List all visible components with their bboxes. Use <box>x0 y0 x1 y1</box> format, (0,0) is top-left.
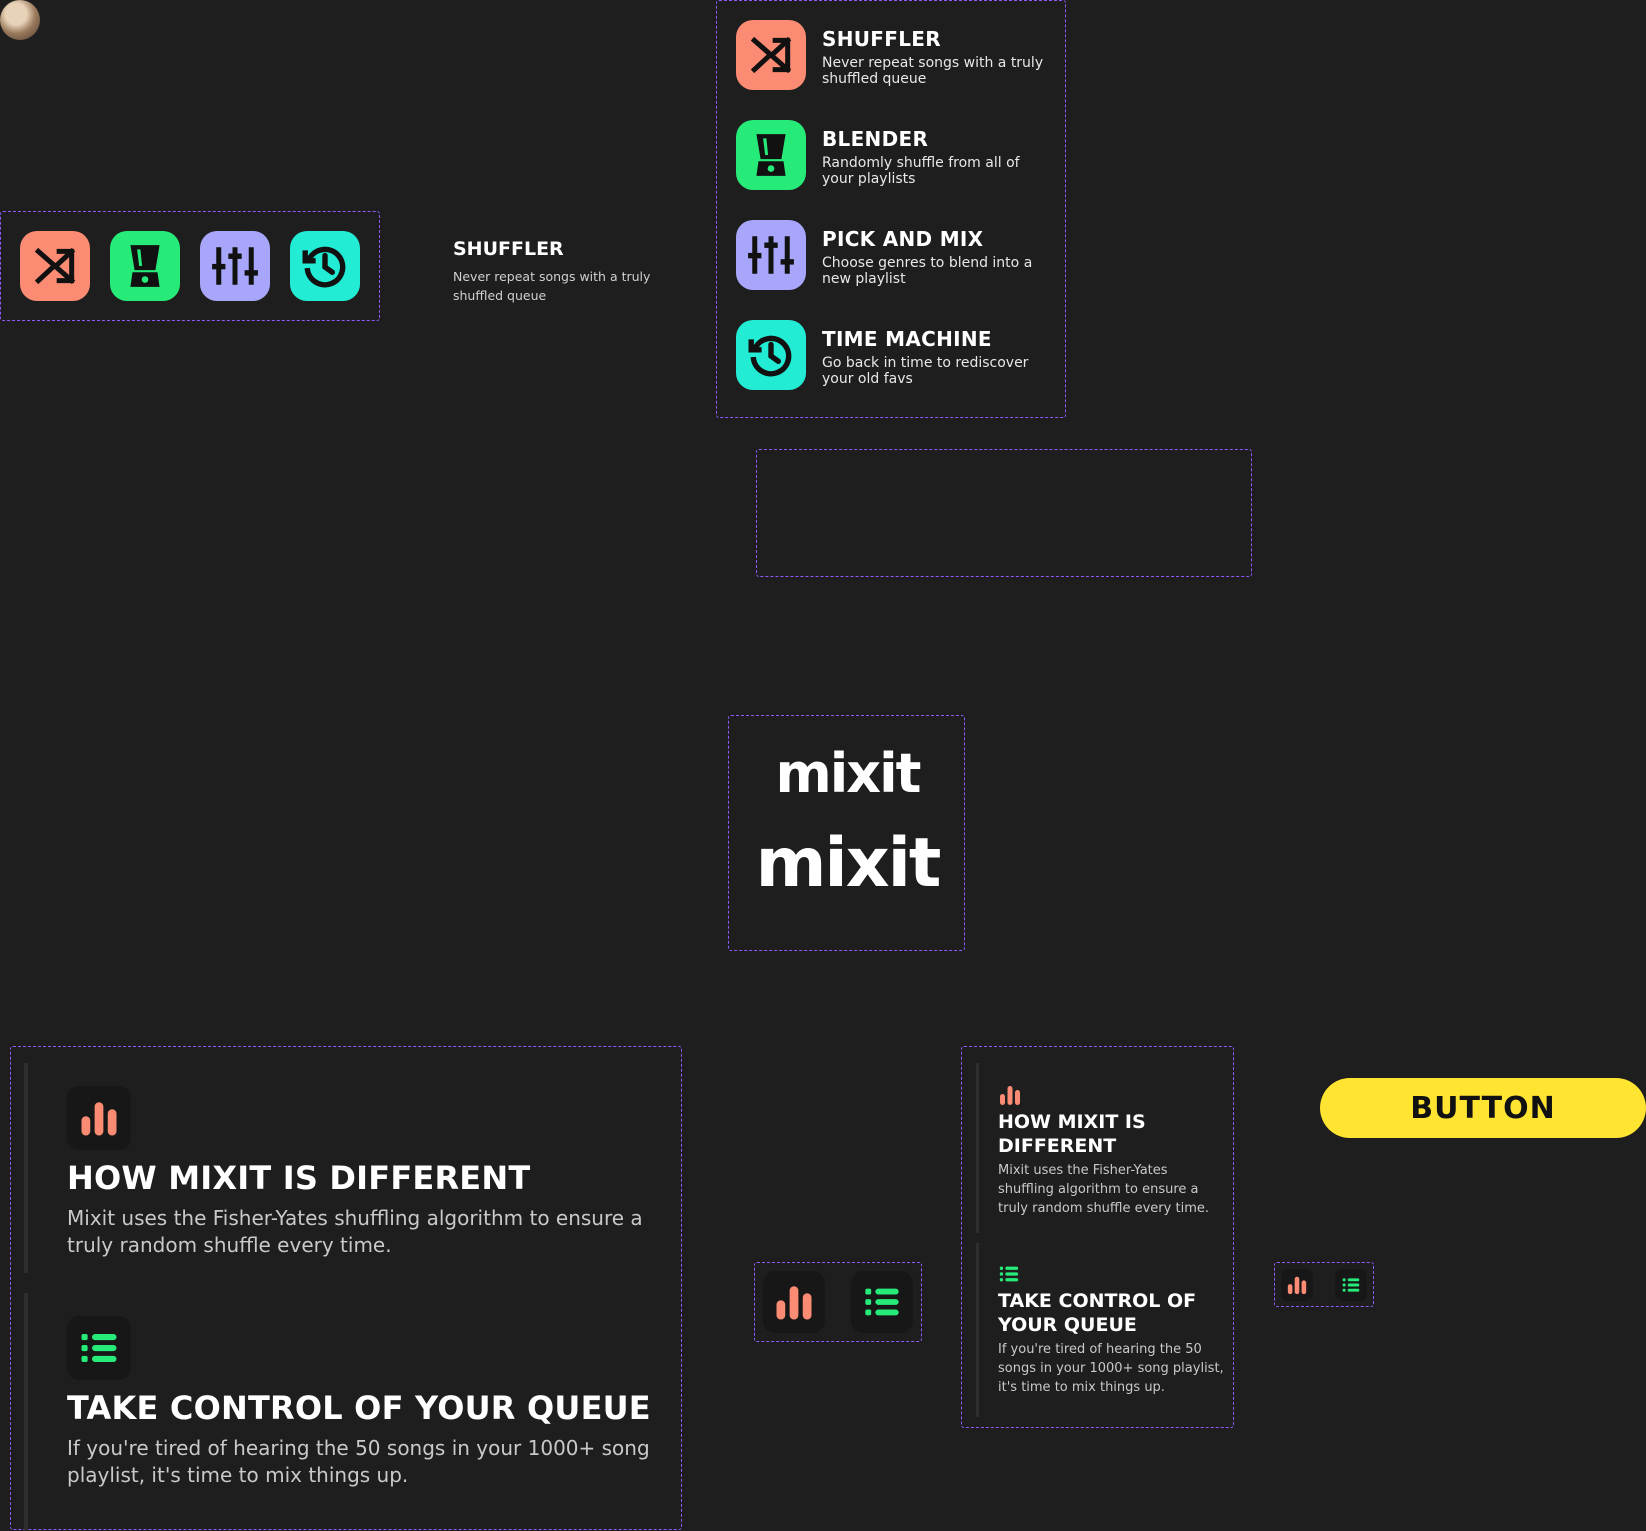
card-desc: If you're tired of hearing the 50 songs … <box>67 1436 650 1487</box>
feature-title: SHUFFLER <box>822 27 941 51</box>
card-rail <box>24 1063 28 1273</box>
feature-desc: Choose genres to blend into a new playli… <box>822 255 1033 287</box>
list-icon <box>999 1266 1019 1282</box>
logo-small: mixit <box>775 742 922 805</box>
history-icon <box>302 246 346 288</box>
avatar[interactable] <box>0 0 40 40</box>
bar-chart-icon <box>1000 1086 1020 1105</box>
card-title: TAKE CONTROL OF YOUR QUEUE <box>67 1389 651 1427</box>
blender-tile[interactable] <box>736 120 806 190</box>
list-icon <box>865 1288 899 1316</box>
card-desc: Mixit uses the Fisher-Yates shuffling al… <box>67 1206 643 1257</box>
card-rail <box>976 1243 979 1417</box>
feature-desc: Go back in time to rediscover your old f… <box>822 355 1029 387</box>
empty-frame <box>756 449 1252 577</box>
blender-icon <box>130 245 160 287</box>
shuffle-tile[interactable] <box>20 231 90 301</box>
shuffle-tile[interactable] <box>736 20 806 90</box>
sliders-icon <box>212 247 258 285</box>
selected-feature: SHUFFLER Never repeat songs with a truly… <box>453 237 673 305</box>
feature-item-blender[interactable]: BLENDER Randomly shuffle from all of you… <box>822 127 1052 187</box>
bar-chart-icon <box>1287 1276 1307 1295</box>
bar-chart-icon-chip <box>1281 1269 1313 1301</box>
selected-feature-desc: Never repeat songs with a truly shuffled… <box>453 269 651 303</box>
history-icon <box>748 335 792 377</box>
card-desc: If you're tired of hearing the 50 songs … <box>998 1342 1224 1395</box>
list-icon-chip <box>1335 1269 1367 1301</box>
feature-desc: Randomly shuffle from all of your playli… <box>822 155 1020 187</box>
feature-title: PICK AND MIX <box>822 227 984 251</box>
feature-desc: Never repeat songs with a truly shuffled… <box>822 55 1044 87</box>
time-machine-tile[interactable] <box>736 320 806 390</box>
card-title: HOW MIXIT IS DIFFERENT <box>998 1111 1146 1157</box>
pick-and-mix-tile[interactable] <box>200 231 270 301</box>
info-cards-large: HOW MIXIT IS DIFFERENT Mixit uses the Fi… <box>10 1046 682 1531</box>
selected-feature-title: SHUFFLER <box>453 238 564 260</box>
card-title: TAKE CONTROL OF YOUR QUEUE <box>998 1290 1197 1336</box>
shuffle-icon <box>750 36 792 74</box>
bar-chart-icon <box>776 1286 812 1320</box>
button-label: BUTTON <box>1410 1090 1556 1126</box>
card-rail <box>976 1063 979 1233</box>
card-desc: Mixit uses the Fisher-Yates shuffling al… <box>998 1163 1209 1216</box>
feature-item-time-machine[interactable]: TIME MACHINE Go back in time to rediscov… <box>822 327 1052 387</box>
feature-item-pick-and-mix[interactable]: PICK AND MIX Choose genres to blend into… <box>822 227 1052 287</box>
card-title: HOW MIXIT IS DIFFERENT <box>67 1159 531 1197</box>
list-icon <box>81 1334 117 1362</box>
pick-and-mix-tile[interactable] <box>736 220 806 290</box>
shuffle-icon <box>34 247 76 285</box>
bar-chart-icon <box>81 1102 117 1136</box>
list-icon-chip <box>851 1271 913 1333</box>
icon-pair-small <box>1274 1262 1374 1307</box>
bar-chart-icon-chip <box>67 1086 131 1150</box>
feature-title: TIME MACHINE <box>822 327 992 351</box>
logo-large: mixit <box>755 824 942 903</box>
sliders-icon <box>748 236 794 274</box>
time-machine-tile[interactable] <box>290 231 360 301</box>
list-icon <box>1342 1278 1360 1292</box>
feature-list: SHUFFLER Never repeat songs with a truly… <box>716 0 1066 418</box>
feature-icon-row <box>0 211 380 321</box>
blender-icon <box>756 134 786 176</box>
primary-button[interactable]: BUTTON <box>1320 1078 1646 1138</box>
icon-pair-medium <box>754 1262 922 1342</box>
feature-title: BLENDER <box>822 127 929 151</box>
card-rail <box>24 1293 28 1531</box>
feature-item-shuffler[interactable]: SHUFFLER Never repeat songs with a truly… <box>822 27 1052 87</box>
bar-chart-icon-chip <box>763 1271 825 1333</box>
info-cards-small: HOW MIXIT IS DIFFERENT Mixit uses the Fi… <box>961 1046 1234 1428</box>
blender-tile[interactable] <box>110 231 180 301</box>
list-icon-chip <box>67 1316 131 1380</box>
logo-frame: mixit mixit <box>728 715 965 951</box>
